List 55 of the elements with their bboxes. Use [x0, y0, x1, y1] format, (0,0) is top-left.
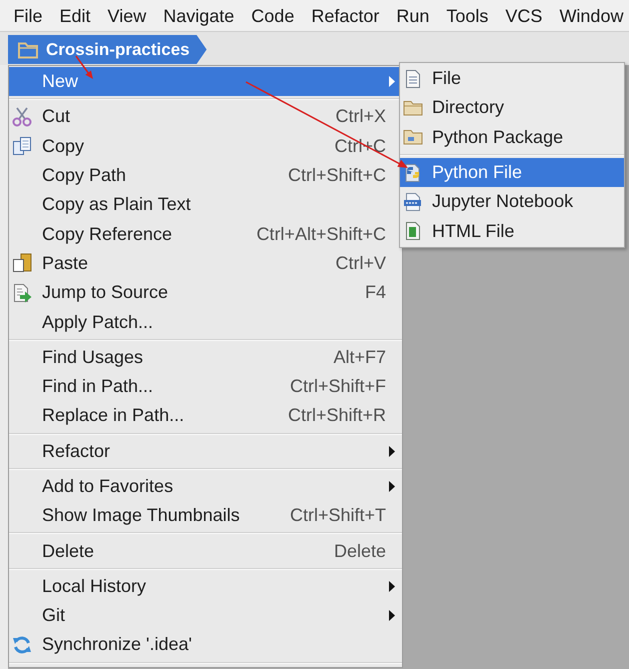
keyboard-shortcut: Ctrl+Shift+C	[288, 165, 386, 186]
copy-icon	[12, 136, 32, 156]
keyboard-shortcut: Ctrl+Shift+R	[288, 405, 386, 426]
sync-icon	[12, 634, 32, 655]
menu-item[interactable]: Synchronize '.idea'	[9, 630, 402, 660]
file-icon	[403, 68, 423, 89]
folder-icon	[18, 40, 38, 58]
menu-bar-item[interactable]: Edit	[51, 2, 100, 28]
menu-item[interactable]: Show Image Thumbnails Ctrl+Shift+T	[9, 501, 402, 530]
menu-item[interactable]: Copy as Plain Text	[9, 190, 402, 220]
menu-item[interactable]: File	[400, 64, 624, 94]
package-folder-icon	[403, 127, 423, 148]
keyboard-shortcut: Ctrl+Shift+F	[290, 376, 386, 398]
menu-item[interactable]: Jump to Source F4	[9, 278, 402, 308]
menu-item[interactable]: Apply Patch...	[9, 307, 402, 337]
menu-item[interactable]: Python Package	[400, 122, 624, 152]
breadcrumb[interactable]: Crossin-practices	[8, 35, 207, 64]
clipboard-icon	[12, 253, 32, 274]
menu-item[interactable]: Replace in Path... Ctrl+Shift+R	[9, 401, 402, 431]
menu-item[interactable]: Local History	[9, 572, 402, 602]
menu-item[interactable]: Copy Path Ctrl+Shift+C	[9, 160, 402, 190]
menu-item[interactable]: Find Usages Alt+F7	[9, 342, 402, 372]
menu-item[interactable]: Paste Ctrl+V	[9, 248, 402, 278]
menu-bar-item[interactable]: Run	[388, 2, 438, 28]
menu-bar-item[interactable]: Window	[550, 2, 629, 28]
menu-item[interactable]: Python File	[400, 158, 624, 188]
menu-bar-item[interactable]: Refactor	[302, 2, 388, 28]
menu-bar-item[interactable]: File	[5, 2, 52, 28]
menu-bar-item[interactable]: View	[99, 2, 155, 28]
menu-item[interactable]: Directory	[400, 93, 624, 123]
scissors-icon	[12, 106, 32, 127]
keyboard-shortcut: Ctrl+X	[335, 106, 386, 128]
menu-bar-item[interactable]: Navigate	[154, 2, 243, 28]
keyboard-shortcut: Ctrl+Shift+T	[290, 505, 386, 526]
menu-item[interactable]: HTML File	[400, 216, 624, 246]
keyboard-shortcut: Alt+F7	[333, 346, 386, 368]
menu-bar-item[interactable]: Code	[242, 2, 303, 28]
menu-item[interactable]: Refactor	[9, 436, 402, 466]
menu-item[interactable]: Git	[9, 601, 402, 630]
menu-item[interactable]: Find in Path... Ctrl+Shift+F	[9, 372, 402, 402]
menu-item[interactable]: Delete Delete	[9, 536, 402, 566]
document-arrow-icon	[12, 282, 32, 303]
document-icon	[403, 221, 423, 242]
menu-item[interactable]: Jupyter Notebook	[400, 187, 624, 216]
menu-bar-item[interactable]: Tools	[438, 2, 497, 28]
menu-item[interactable]: Cut Ctrl+X	[9, 102, 402, 132]
keyboard-shortcut: F4	[364, 282, 386, 304]
menu-item[interactable]: Copy Reference Ctrl+Alt+Shift+C	[9, 219, 402, 249]
menu-item[interactable]: New	[9, 67, 402, 96]
menu-bar-item[interactable]: VCS	[496, 2, 551, 28]
notebook-file-icon	[403, 192, 423, 212]
keyboard-shortcut: Ctrl+V	[335, 252, 386, 274]
keyboard-shortcut: Ctrl+Alt+Shift+C	[256, 224, 386, 245]
keyboard-shortcut: Delete	[334, 540, 386, 562]
menu-item[interactable]: Add to Favorites	[9, 472, 402, 502]
